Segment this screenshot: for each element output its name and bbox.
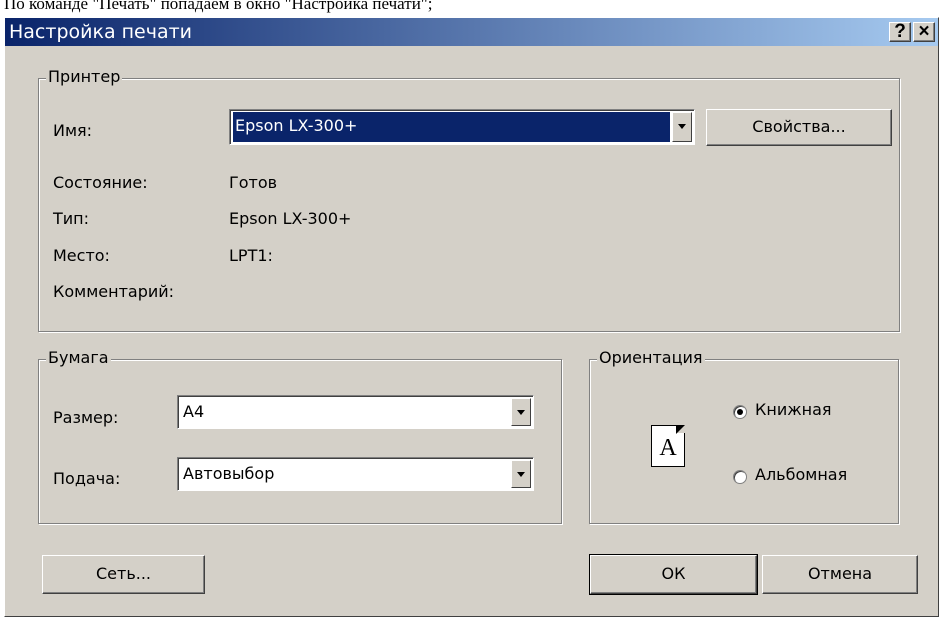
status-value: Готов (229, 173, 278, 192)
landscape-label[interactable]: Альбомная (755, 465, 847, 484)
portrait-radio[interactable] (733, 405, 747, 419)
ok-button[interactable]: ОК (589, 554, 758, 595)
radio-selected-dot (737, 409, 743, 415)
landscape-radio[interactable] (733, 470, 747, 484)
close-button[interactable]: × (913, 22, 935, 42)
print-setup-dialog: Настройка печати ? × Принтер Имя: Epson … (4, 17, 939, 617)
orientation-group: Ориентация A Книжная Альбомная (589, 348, 899, 524)
paper-size-value: A4 (183, 402, 205, 421)
printer-group-label: Принтер (46, 67, 123, 86)
page-caption: По команде "Печать" попадаем в окно "Нас… (4, 0, 433, 13)
chevron-down-icon[interactable] (672, 112, 692, 142)
orientation-group-label: Ориентация (597, 348, 705, 367)
help-button[interactable]: ? (889, 22, 911, 42)
network-button[interactable]: Сеть... (42, 555, 205, 594)
printer-name-label: Имя: (53, 121, 93, 140)
type-label: Тип: (53, 209, 90, 228)
printer-name-select[interactable]: Epson LX-300+ (229, 109, 695, 145)
properties-button[interactable]: Свойства... (706, 109, 892, 146)
status-label: Состояние: (53, 173, 148, 192)
page-portrait-icon: A (651, 425, 685, 467)
paper-group: Бумага Размер: A4 Подача: Автовыбор (38, 348, 562, 524)
title-bar[interactable]: Настройка печати ? × (5, 18, 938, 46)
page-glyph: A (659, 435, 677, 461)
paper-source-value: Автовыбор (183, 464, 275, 483)
printer-group: Принтер Имя: Epson LX-300+ Свойства... С… (38, 67, 900, 332)
type-value: Epson LX-300+ (229, 209, 352, 228)
paper-group-label: Бумага (46, 348, 111, 367)
help-icon: ? (894, 21, 906, 42)
chevron-down-icon[interactable] (511, 398, 531, 426)
paper-source-label: Подача: (53, 469, 121, 488)
cancel-button[interactable]: Отмена (762, 555, 918, 594)
window-title: Настройка печати (9, 21, 193, 43)
portrait-label[interactable]: Книжная (755, 400, 832, 419)
comment-label: Комментарий: (53, 282, 175, 301)
chevron-down-icon[interactable] (511, 460, 531, 488)
paper-size-label: Размер: (53, 408, 119, 427)
close-icon: × (918, 21, 930, 42)
paper-source-select[interactable]: Автовыбор (177, 457, 534, 491)
location-label: Место: (53, 246, 110, 265)
paper-size-select[interactable]: A4 (177, 395, 534, 429)
location-value: LPT1: (229, 246, 273, 265)
printer-name-value: Epson LX-300+ (233, 112, 670, 142)
